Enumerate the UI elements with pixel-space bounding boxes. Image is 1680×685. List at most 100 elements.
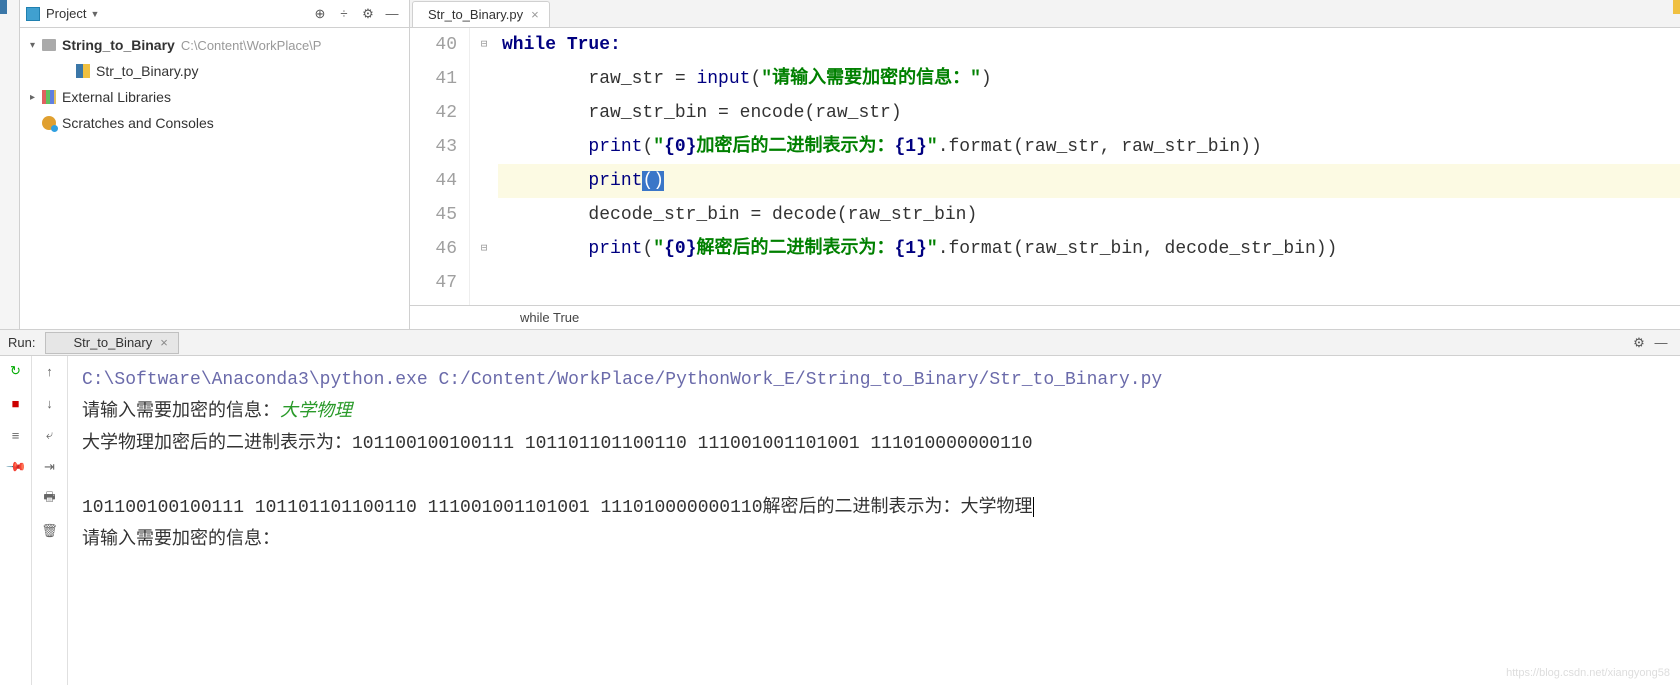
run-header: Run: Str_to_Binary × ⚙ — (0, 330, 1680, 356)
up-icon[interactable]: ↑ (41, 362, 59, 380)
selection: () (642, 171, 664, 191)
code-line[interactable]: print("{0}加密后的二进制表示为：{1}".format(raw_str… (498, 130, 1680, 164)
stop-icon[interactable]: ■ (7, 394, 25, 412)
external-libraries[interactable]: ▸ External Libraries (20, 84, 409, 110)
close-icon[interactable]: × (160, 335, 168, 350)
project-root[interactable]: ▾ String_to_Binary C:\Content\WorkPlace\… (20, 32, 409, 58)
project-tree: ▾ String_to_Binary C:\Content\WorkPlace\… (20, 28, 409, 140)
scratches-and-consoles[interactable]: Scratches and Consoles (20, 110, 409, 136)
chevron-right-icon[interactable]: ▸ (30, 92, 42, 103)
project-panel-title[interactable]: Project (46, 6, 86, 21)
builtin: input (696, 69, 750, 89)
builtin: print (588, 239, 642, 259)
string: "请输入需要加密的信息：" (761, 69, 981, 89)
project-file[interactable]: Str_to_Binary.py (20, 58, 409, 84)
console-output[interactable]: C:\Software\Anaconda3\python.exe C:/Cont… (68, 356, 1680, 685)
soft-wrap-icon[interactable]: ⤶ (41, 426, 59, 444)
code-line[interactable]: while True: (498, 28, 1680, 62)
python-file-icon (76, 64, 90, 78)
collapse-icon[interactable]: ÷ (333, 3, 355, 25)
editor-area: Str_to_Binary.py × 40 41 42 43 44 45 46 … (410, 0, 1680, 329)
string: 解密后的二进制表示为： (696, 239, 894, 259)
console-line: 请输入需要加密的信息：大学物理 (82, 396, 1666, 428)
line-number: 46 (410, 232, 457, 266)
code-text: raw_str = (502, 69, 696, 89)
code-text (502, 239, 588, 259)
format-spec: {1} (894, 137, 926, 157)
format-spec: {0} (664, 239, 696, 259)
project-tool-window: Project ▼ ⊕ ÷ ⚙ — ▾ String_to_Binary C:\… (20, 0, 410, 329)
code-lines[interactable]: while True: raw_str = input("请输入需要加密的信息：… (498, 28, 1680, 305)
external-libs-label: External Libraries (62, 89, 171, 105)
run-tab-label: Str_to_Binary (73, 335, 152, 350)
code-text: raw_str_bin = encode(raw_str) (502, 103, 902, 123)
libraries-icon (42, 90, 56, 104)
code-line-current[interactable]: print() (498, 164, 1680, 198)
hide-icon[interactable]: — (1650, 332, 1672, 354)
python-file-icon (56, 337, 68, 349)
code-line[interactable]: print("{0}解密后的二进制表示为：{1}".format(raw_str… (498, 232, 1680, 266)
scratches-label: Scratches and Consoles (62, 115, 214, 131)
project-root-path: C:\Content\WorkPlace\P (181, 38, 322, 53)
breadcrumb[interactable]: while True (410, 305, 1680, 329)
close-icon[interactable]: × (531, 7, 539, 22)
run-toolbar-left: ↻ ■ ≡ 📌 (0, 356, 32, 685)
line-number: 47 (410, 266, 457, 300)
chevron-down-icon[interactable]: ▾ (30, 40, 42, 51)
string: " (653, 239, 664, 259)
code-line[interactable]: raw_str = input("请输入需要加密的信息：") (498, 62, 1680, 96)
project-icon (26, 7, 40, 21)
hide-icon[interactable]: — (381, 3, 403, 25)
fold-icon[interactable]: ⊟ (470, 28, 498, 62)
code-text: ( (750, 69, 761, 89)
code-text: ) (981, 69, 992, 89)
line-number: 40 (410, 28, 457, 62)
fold-gutter: ⊟ ⊟ (470, 28, 498, 305)
line-number: 43 (410, 130, 457, 164)
gear-icon[interactable]: ⚙ (1628, 332, 1650, 354)
editor-tab-label: Str_to_Binary.py (428, 7, 523, 22)
builtin: print (588, 171, 642, 191)
locate-icon[interactable]: ⊕ (309, 3, 331, 25)
keyword: while (502, 35, 556, 55)
code-line[interactable]: raw_str_bin = encode(raw_str) (498, 96, 1680, 130)
format-spec: {1} (894, 239, 926, 259)
console-text: 101100100100111 101101101100110 11100100… (82, 498, 1033, 518)
chevron-down-icon[interactable]: ▼ (90, 9, 99, 19)
code-text: ( (642, 239, 653, 259)
breadcrumb-item[interactable]: while True (520, 310, 579, 325)
string: 加密后的二进制表示为： (696, 137, 894, 157)
run-tab[interactable]: Str_to_Binary × (45, 332, 178, 354)
code-text: True: (556, 35, 621, 55)
string: " (927, 137, 938, 157)
code-editor[interactable]: 40 41 42 43 44 45 46 47 ⊟ ⊟ while True: … (410, 28, 1680, 305)
scroll-end-icon[interactable]: ⇥ (41, 458, 59, 476)
fold-end-icon[interactable]: ⊟ (470, 232, 498, 266)
string: " (653, 137, 664, 157)
code-line[interactable]: decode_str_bin = decode(raw_str_bin) (498, 198, 1680, 232)
console-line: 101100100100111 101101101100110 11100100… (82, 492, 1666, 524)
down-icon[interactable]: ↓ (41, 394, 59, 412)
trash-icon[interactable]: 🗑 (41, 522, 59, 540)
pin-icon[interactable]: 📌 (3, 454, 28, 479)
code-text: decode_str_bin = decode(raw_str_bin) (502, 205, 977, 225)
rerun-icon[interactable]: ↻ (7, 362, 25, 380)
console-prompt: 请输入需要加密的信息： (82, 402, 280, 422)
gear-icon[interactable]: ⚙ (357, 3, 379, 25)
editor-tab[interactable]: Str_to_Binary.py × (412, 1, 550, 27)
run-label: Run: (8, 335, 35, 350)
run-tool-window: Run: Str_to_Binary × ⚙ — ↻ ■ ≡ 📌 ↑ ↓ ⤶ ⇥… (0, 330, 1680, 685)
layout-icon[interactable]: ≡ (7, 426, 25, 444)
project-file-name: Str_to_Binary.py (96, 63, 198, 79)
folder-icon (42, 39, 56, 51)
line-number: 45 (410, 198, 457, 232)
cursor-icon (1033, 497, 1034, 517)
line-number: 41 (410, 62, 457, 96)
code-text (502, 171, 588, 191)
print-icon[interactable]: 🖶 (41, 490, 59, 508)
code-text: ( (642, 137, 653, 157)
watermark: https://blog.csdn.net/xiangyong58 (1506, 667, 1670, 679)
line-number: 42 (410, 96, 457, 130)
code-text (502, 137, 588, 157)
string: " (927, 239, 938, 259)
